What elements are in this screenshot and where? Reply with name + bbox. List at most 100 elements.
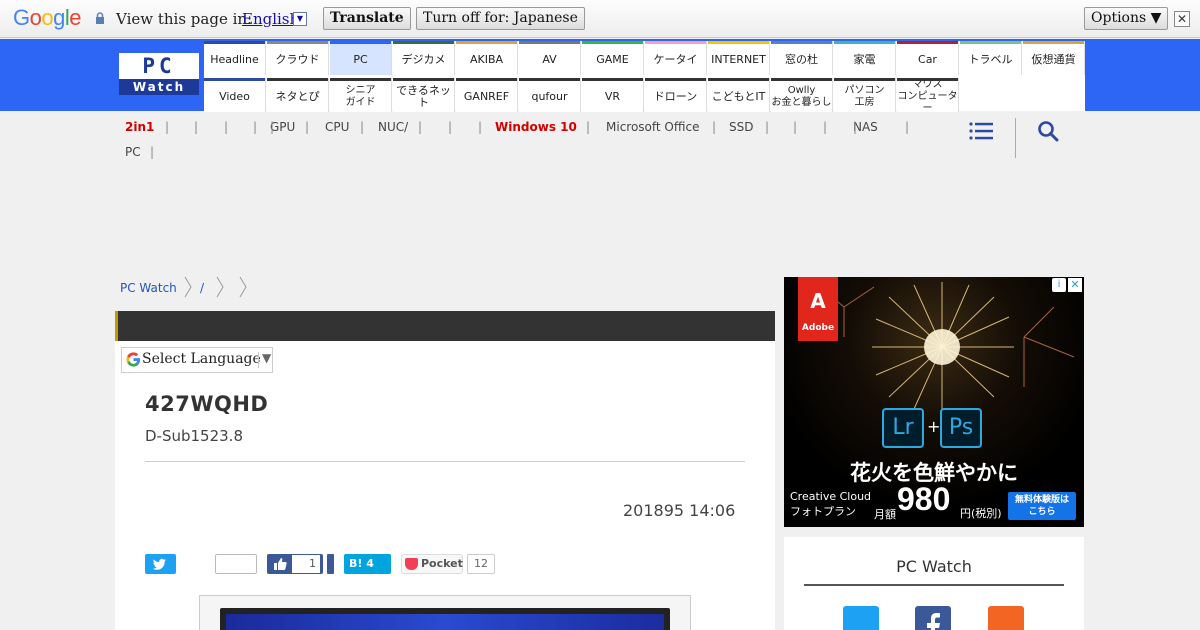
menu-icon[interactable] [969, 121, 993, 141]
chevron-right-icon [239, 276, 247, 298]
nav-color-bar [708, 41, 769, 44]
tag-separator: | [586, 120, 591, 134]
options-button[interactable]: Options ▼ [1084, 7, 1169, 30]
nav-item-top-4[interactable]: AKIBA [456, 41, 518, 75]
tag-link[interactable]: CPU [325, 120, 349, 134]
nav-color-bar [456, 78, 517, 81]
follow-title: PC Watch [896, 557, 972, 576]
nav-color-bar [897, 78, 958, 81]
nav-item-top-5[interactable]: AV [519, 41, 581, 75]
nav-item-bottom-2[interactable]: シニア ガイド [330, 78, 392, 112]
nav-item-bottom-4[interactable]: GANREF [456, 78, 518, 112]
nav-item-top-0[interactable]: Headline [204, 41, 266, 75]
nav-item-top-8[interactable]: INTERNET [708, 41, 770, 75]
share-count-box[interactable] [215, 554, 257, 574]
advertisement[interactable]: A Adobe i ✕ Lr + Ps 花火を色鮮やかに Creative Cl… [784, 277, 1084, 527]
nav-item-bottom-0[interactable]: Video [204, 78, 266, 112]
tag-separator: | [478, 120, 483, 134]
nav-item-top-9[interactable]: 窓の杜 [771, 41, 833, 75]
hatena-bookmark-button[interactable]: B! 4 [344, 554, 391, 574]
nav-item-label: こどもとIT [711, 89, 766, 103]
nav-item-bottom-6[interactable]: VR [582, 78, 644, 112]
nav-color-bar [834, 78, 895, 81]
facebook-follow-icon[interactable] [915, 606, 951, 630]
twitter-follow-icon[interactable] [843, 606, 879, 630]
nav-color-bar [393, 78, 454, 81]
select-divider [258, 352, 259, 368]
article: Select Language ▼ 427WQHD D-Sub1523.8 20… [115, 311, 775, 630]
tag-separator: | [194, 120, 199, 134]
pocket-icon [405, 558, 418, 570]
language-dropdown-icon[interactable]: ▼ [293, 12, 307, 26]
tag-separator: | [270, 120, 275, 134]
tag-link[interactable]: Windows 10 [495, 120, 577, 134]
tag-link[interactable]: 2in1 [125, 120, 154, 134]
nav-item-bottom-10[interactable]: パソコン 工房 [834, 78, 896, 112]
site-logo[interactable]: PC Watch [119, 53, 199, 95]
nav-item-label: 家電 [853, 52, 876, 66]
close-icon[interactable]: ✕ [1174, 11, 1190, 27]
tag-separator: | [712, 120, 717, 134]
nav-item-top-2[interactable]: PC [330, 41, 392, 75]
nav-item-bottom-3[interactable]: できるネット [393, 78, 455, 112]
nav-item-bottom-1[interactable]: ネタとぴ [267, 78, 329, 112]
nav-item-top-10[interactable]: 家電 [834, 41, 896, 75]
nav-item-top-1[interactable]: クラウド [267, 41, 329, 75]
nav-item-label: デジカメ [401, 52, 446, 66]
tag-separator: | [165, 120, 170, 134]
tag-separator: | [765, 120, 770, 134]
article-image[interactable] [199, 595, 691, 630]
nav-item-label: Owlly お金と暮らし [771, 84, 832, 108]
nav-color-bar [771, 78, 832, 81]
nav-item-top-7[interactable]: ケータイ [645, 41, 707, 75]
nav-item-label: GAME [596, 52, 629, 66]
nav-color-bar [960, 41, 1021, 44]
select-language-dropdown[interactable]: Select Language ▼ [121, 347, 273, 373]
nav-item-bottom-5[interactable]: qufour [519, 78, 581, 112]
tag-separator: | [150, 145, 155, 159]
ad-close-icon[interactable]: ✕ [1068, 278, 1082, 292]
facebook-share-button[interactable] [327, 554, 334, 574]
translate-button[interactable]: Translate [323, 7, 411, 30]
nav-item-top-11[interactable]: Car [897, 41, 959, 75]
ad-info-icon[interactable]: i [1052, 278, 1066, 292]
ad-product-line1: Creative Cloud [790, 490, 872, 503]
turn-off-button[interactable]: Turn off for: Japanese [416, 7, 585, 30]
search-icon[interactable] [1037, 120, 1059, 142]
nav-color-bar [267, 41, 328, 44]
tag-link[interactable]: SSD [729, 120, 753, 134]
ad-cta-button[interactable]: 無料体験版は こちら [1008, 492, 1076, 520]
nav-item-top-13[interactable]: 仮想通貨 [1023, 41, 1085, 75]
tag-separator: | [905, 120, 910, 134]
nav-color-bar [393, 41, 454, 44]
rss-icon[interactable] [988, 606, 1024, 630]
nav-color-bar [204, 78, 265, 81]
nav-item-label: AV [542, 52, 557, 66]
nav-item-top-6[interactable]: GAME [582, 41, 644, 75]
chevron-right-icon [216, 276, 224, 298]
breadcrumb-home[interactable]: PC Watch [120, 281, 177, 295]
nav-item-bottom-7[interactable]: ドローン [645, 78, 707, 112]
nav-item-top-3[interactable]: デジカメ [393, 41, 455, 75]
twitter-share-button[interactable] [145, 554, 176, 574]
facebook-like-button[interactable]: 1 [267, 554, 323, 574]
tag-link[interactable]: Microsoft Office [606, 120, 699, 134]
nav-item-label: INTERNET [711, 52, 766, 66]
tag-separator: | [305, 120, 310, 134]
tag-link[interactable]: PC [125, 145, 141, 159]
tag-separator: | [853, 120, 858, 134]
breadcrumb-item[interactable]: / [200, 281, 204, 295]
nav-item-top-12[interactable]: トラベル [960, 41, 1022, 75]
nav-item-bottom-8[interactable]: こどもとIT [708, 78, 770, 112]
tag-link[interactable]: NUC/ [378, 120, 408, 134]
title-divider [145, 461, 745, 462]
article-category-bar [115, 311, 775, 341]
nav-item-bottom-9[interactable]: Owlly お金と暮らし [771, 78, 833, 112]
nav-item-label: マウス コンピューター [897, 78, 958, 114]
article-date: 201895 14:06 [623, 501, 736, 520]
language-link[interactable]: English [242, 10, 299, 28]
nav-color-bar [582, 41, 643, 44]
pocket-button[interactable]: Pocket [401, 554, 463, 574]
google-g-icon [126, 352, 141, 367]
nav-item-bottom-11[interactable]: マウス コンピューター [897, 78, 959, 114]
